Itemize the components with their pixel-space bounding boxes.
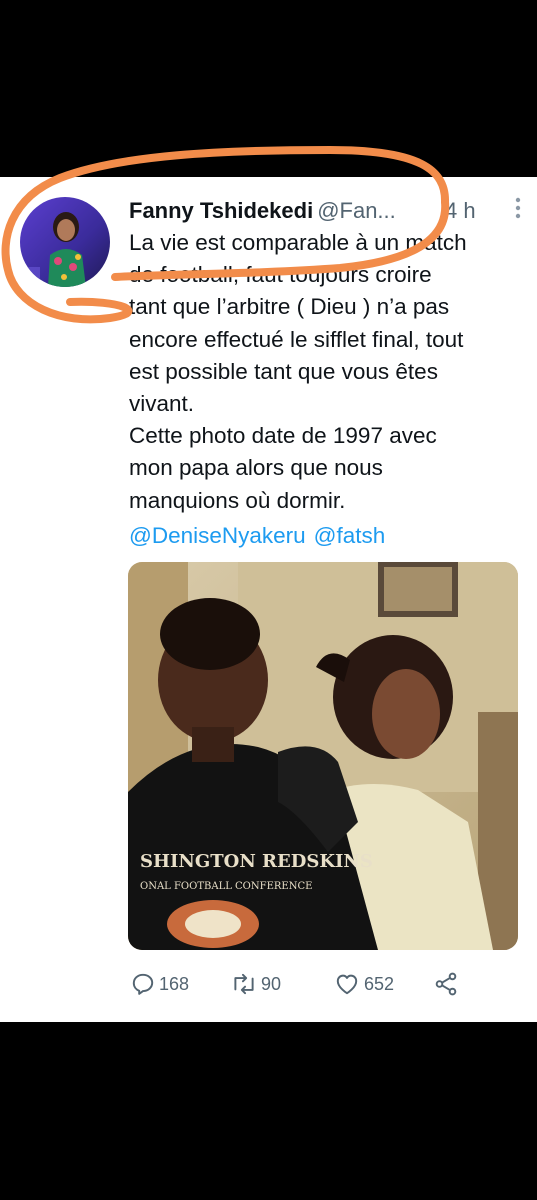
like-button[interactable]: 652 — [333, 967, 394, 1001]
shirt-text: ONAL FOOTBALL CONFERENCE — [140, 881, 312, 892]
shirt-text: SHINGTON REDSKINS — [140, 851, 373, 872]
retweet-count: 90 — [261, 973, 282, 994]
tweet-header: Fanny Tshidekedi @Fan... 4 h — [129, 195, 524, 227]
retweet-icon — [230, 971, 258, 997]
avatar[interactable] — [20, 197, 110, 287]
like-count: 652 — [364, 973, 395, 994]
share-icon — [433, 971, 459, 997]
reply-count: 168 — [159, 973, 190, 994]
handle[interactable]: @Fan... — [317, 198, 396, 223]
reply-button[interactable]: 168 — [130, 967, 189, 1001]
display-name[interactable]: Fanny Tshidekedi — [129, 198, 313, 223]
mentions: @DeniseNyakeru @fatsh — [129, 520, 385, 552]
timestamp[interactable]: 4 h — [445, 195, 476, 227]
heart-icon — [333, 971, 361, 997]
retweet-button[interactable]: 90 — [230, 967, 281, 1001]
mention-link[interactable]: @DeniseNyakeru — [129, 523, 306, 548]
share-button[interactable] — [433, 967, 459, 1001]
mention-link[interactable]: @fatsh — [314, 523, 386, 548]
tweet-text: La vie est comparable à un match de foot… — [129, 230, 467, 513]
more-vertical-icon[interactable] — [514, 195, 522, 230]
reply-icon — [130, 971, 156, 997]
tweet-actions: 168 90 652 — [130, 967, 470, 1001]
tweet-card[interactable]: Fanny Tshidekedi @Fan... 4 h La vie est c… — [0, 177, 537, 1022]
tweet-photo[interactable]: SHINGTON REDSKINS ONAL FOOTBALL CONFEREN… — [128, 562, 518, 950]
